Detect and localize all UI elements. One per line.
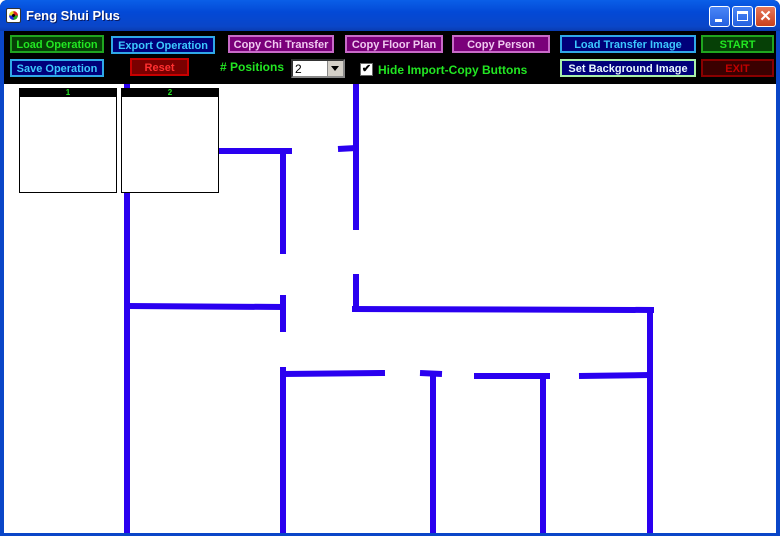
hide-import-copy-label[interactable]: Hide Import-Copy Buttons [378, 63, 527, 77]
copy-chi-transfer-button[interactable]: Copy Chi Transfer [228, 35, 334, 53]
set-background-image-button[interactable]: Set Background Image [560, 59, 696, 77]
feng-shui-app-icon [6, 8, 21, 23]
load-operation-button[interactable]: Load Operation [10, 35, 104, 53]
hide-import-copy-checkbox[interactable]: ✔ [360, 63, 373, 76]
position-label: 2 [122, 89, 218, 97]
load-transfer-image-button[interactable]: Load Transfer Image [560, 35, 696, 53]
app-window: Feng Shui Plus ✕ Load Operation Save Ope… [0, 0, 780, 536]
minimize-icon [715, 19, 722, 22]
reset-button[interactable]: Reset [130, 58, 189, 76]
copy-person-button[interactable]: Copy Person [452, 35, 550, 53]
floor-plan-canvas[interactable]: 1 2 [4, 84, 776, 536]
close-icon: ✕ [759, 8, 772, 25]
wall [578, 372, 651, 379]
start-button[interactable]: START [701, 35, 774, 53]
wall [126, 303, 285, 310]
minimize-button[interactable] [709, 6, 730, 27]
wall [351, 306, 655, 313]
save-operation-button[interactable]: Save Operation [10, 59, 104, 77]
positions-label: # Positions [220, 60, 285, 74]
close-button[interactable]: ✕ [755, 6, 776, 27]
title-bar[interactable]: Feng Shui Plus ✕ [0, 0, 780, 31]
chevron-down-icon[interactable] [327, 61, 343, 76]
exit-button[interactable]: EXIT [701, 59, 774, 77]
wall [419, 370, 443, 377]
maximize-button[interactable] [732, 6, 753, 27]
export-operation-button[interactable]: Export Operation [111, 36, 215, 54]
positions-value: 2 [295, 62, 302, 76]
window-border-right [776, 31, 780, 536]
toolbar: Load Operation Save Operation Export Ope… [4, 31, 776, 84]
wall [282, 370, 386, 377]
position-box-1[interactable]: 1 [19, 88, 117, 193]
maximize-icon [737, 11, 748, 21]
floor-plan [124, 84, 655, 536]
window-title: Feng Shui Plus [26, 8, 120, 23]
position-label: 1 [20, 89, 116, 97]
position-box-2[interactable]: 2 [121, 88, 219, 193]
positions-select[interactable]: 2 [291, 59, 345, 78]
copy-floor-plan-button[interactable]: Copy Floor Plan [345, 35, 443, 53]
